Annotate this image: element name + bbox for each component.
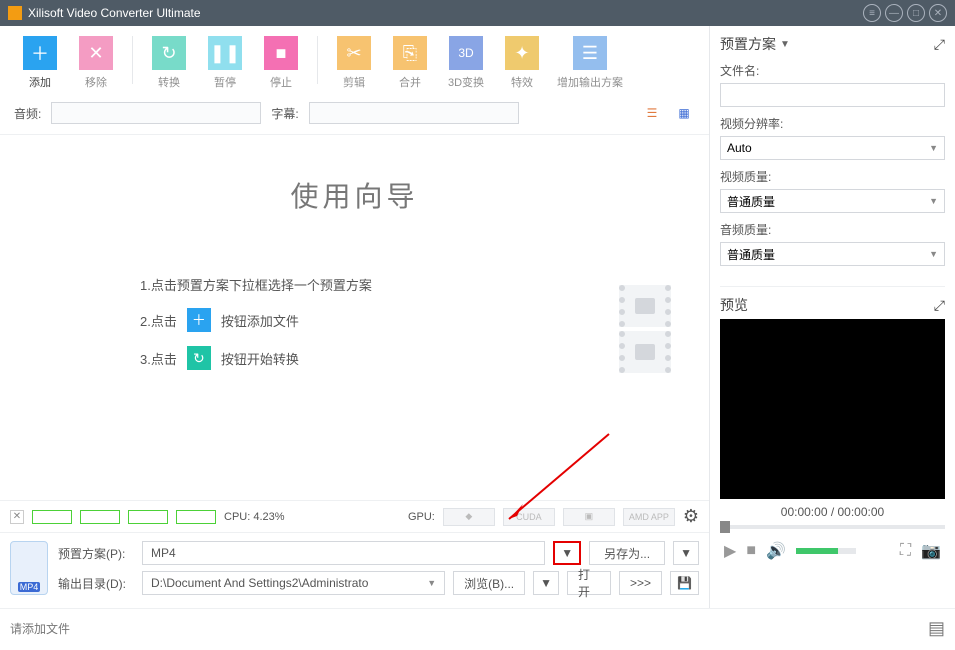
plus-icon: ＋: [23, 36, 57, 70]
stop-icon: ■: [264, 36, 298, 70]
app-logo: [8, 6, 22, 20]
preview-box: [720, 319, 945, 499]
output-panel: MP4 预置方案(P): MP4 ▼ 另存为... ▼ 输出目录(D): D:\…: [0, 532, 709, 608]
cut-button[interactable]: ✂ 剪辑: [328, 36, 380, 90]
stop-button[interactable]: ■ 停止: [255, 36, 307, 90]
wand-icon: ✦: [505, 36, 539, 70]
wizard-title: 使用向导: [0, 175, 709, 215]
maximize-button[interactable]: □: [907, 4, 925, 22]
merge-button[interactable]: ⎘ 合并: [384, 36, 436, 90]
filename-label: 文件名:: [720, 62, 945, 79]
subtitle-select[interactable]: [309, 102, 519, 124]
save-as-dropdown[interactable]: ▼: [673, 541, 699, 565]
file-icon: MP4: [10, 541, 48, 595]
thumb-view-button[interactable]: ▦: [673, 102, 695, 124]
volume-icon[interactable]: 🔊: [766, 541, 786, 561]
cpu-label: CPU: 4.23%: [224, 511, 285, 523]
audio-quality-label: 音频质量:: [720, 221, 945, 238]
expand-preview-button[interactable]: ⤢: [934, 297, 945, 314]
side-panel: 预置方案 ▼ ⤢ 文件名: 视频分辨率: Auto 视频质量: 普通质量 音频质…: [710, 26, 955, 608]
footer-hint: 请添加文件: [10, 620, 70, 637]
play-button[interactable]: ▶: [724, 541, 736, 561]
scissors-icon: ✂: [337, 36, 371, 70]
audio-select[interactable]: [51, 102, 261, 124]
core-3: [128, 510, 168, 524]
profile-dropdown[interactable]: ▼: [553, 541, 581, 565]
3d-icon: 3D: [449, 36, 483, 70]
menu-button[interactable]: ≡: [863, 4, 881, 22]
more-button[interactable]: >>>: [619, 571, 662, 595]
add-button[interactable]: ＋ 添加: [14, 36, 66, 90]
stop-preview-button[interactable]: ■: [746, 542, 756, 560]
status-bar: ✕ CPU: 4.23% GPU: ◆ CUDA ▣ AMD APP ⚙: [0, 500, 709, 532]
save-as-button[interactable]: 另存为...: [589, 541, 665, 565]
toolbar: ＋ 添加 ✕ 移除 ↻ 转换 ❚❚ 暂停 ■ 停止 ✂: [0, 26, 709, 96]
list-icon: ☰: [573, 36, 607, 70]
close-cores-button[interactable]: ✕: [10, 510, 24, 524]
refresh-icon: ↻: [187, 346, 211, 370]
save-icon-button[interactable]: 💾: [670, 571, 699, 595]
app-title: Xilisoft Video Converter Ultimate: [28, 6, 201, 20]
settings-button[interactable]: ⚙: [683, 506, 699, 527]
open-button[interactable]: 打开: [567, 571, 611, 595]
browse-dropdown[interactable]: ▼: [533, 571, 559, 595]
add-profile-button[interactable]: ☰ 增加输出方案: [552, 36, 628, 90]
audio-label: 音频:: [14, 105, 41, 122]
core-1: [32, 510, 72, 524]
chevron-down-icon: ▼: [780, 39, 790, 50]
minimize-button[interactable]: —: [885, 4, 903, 22]
timecode: 00:00:00 / 00:00:00: [720, 505, 945, 519]
x-icon: ✕: [79, 36, 113, 70]
3d-button[interactable]: 3D 3D变换: [440, 36, 492, 90]
nvidia-button[interactable]: ◆: [443, 508, 495, 526]
expand-preset-button[interactable]: ⤢: [934, 36, 945, 53]
snapshot-button[interactable]: 📷: [921, 541, 941, 561]
video-quality-select[interactable]: 普通质量: [720, 189, 945, 213]
wizard-area: 使用向导 1.点击预置方案下拉框选择一个预置方案 2.点击 ＋ 按钮添加文件 3…: [0, 134, 709, 500]
profile-label: 预置方案(P):: [58, 545, 134, 562]
effect-button[interactable]: ✦ 特效: [496, 36, 548, 90]
remove-button[interactable]: ✕ 移除: [70, 36, 122, 90]
refresh-icon: ↻: [152, 36, 186, 70]
gpu-label: GPU:: [408, 511, 435, 523]
filename-input[interactable]: [720, 83, 945, 107]
convert-button[interactable]: ↻ 转换: [143, 36, 195, 90]
log-button[interactable]: ▤: [928, 618, 945, 639]
filter-row: 音频: 字幕: ☰ ▦: [0, 96, 709, 134]
subtitle-label: 字幕:: [271, 105, 298, 122]
output-label: 输出目录(D):: [58, 575, 134, 592]
fullscreen-button[interactable]: ⛶: [900, 542, 911, 560]
profile-value: MP4: [142, 541, 545, 565]
core-2: [80, 510, 120, 524]
video-quality-label: 视频质量:: [720, 168, 945, 185]
pause-button[interactable]: ❚❚ 暂停: [199, 36, 251, 90]
ati-button[interactable]: ▣: [563, 508, 615, 526]
core-4: [176, 510, 216, 524]
preview-controls: ▶ ■ 🔊 ⛶ 📷: [720, 541, 945, 561]
resolution-label: 视频分辨率:: [720, 115, 945, 132]
audio-quality-select[interactable]: 普通质量: [720, 242, 945, 266]
filmstrip-decor: [619, 285, 679, 377]
browse-button[interactable]: 浏览(B)...: [453, 571, 525, 595]
close-button[interactable]: ✕: [929, 4, 947, 22]
cuda-button[interactable]: CUDA: [503, 508, 555, 526]
seek-slider[interactable]: [720, 525, 945, 529]
resolution-select[interactable]: Auto: [720, 136, 945, 160]
amd-button[interactable]: AMD APP: [623, 508, 675, 526]
footer: 请添加文件 ▤: [0, 608, 955, 648]
plus-icon: ＋: [187, 308, 211, 332]
volume-slider[interactable]: [796, 548, 856, 554]
titlebar: Xilisoft Video Converter Ultimate ≡ — □ …: [0, 0, 955, 26]
preview-header: 预览: [720, 295, 748, 315]
output-path[interactable]: D:\Document And Settings2\Administrato ▼: [142, 571, 445, 595]
pause-icon: ❚❚: [208, 36, 242, 70]
merge-icon: ⎘: [393, 36, 427, 70]
preset-header: 预置方案: [720, 34, 776, 54]
list-view-button[interactable]: ☰: [641, 102, 663, 124]
